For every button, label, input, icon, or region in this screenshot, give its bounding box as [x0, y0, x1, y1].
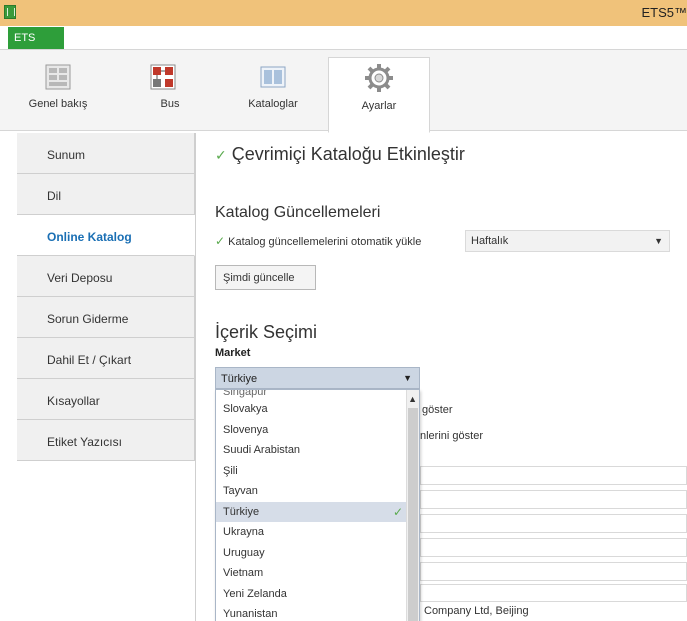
overview-icon: [45, 64, 71, 90]
dropdown-option-selected[interactable]: Türkiye ✓: [216, 501, 419, 522]
chevron-down-icon: ▼: [654, 236, 663, 246]
market-dropdown-list[interactable]: Singapur Slovakya Slovenya Suudi Arabist…: [215, 389, 420, 621]
checkmark-icon: ✓: [392, 504, 403, 519]
sidebar-divider: [195, 133, 196, 621]
sidebar-item-online-catalog[interactable]: Online Katalog: [17, 215, 195, 256]
sidebar-item-presentation[interactable]: Sunum: [17, 133, 195, 174]
app-icon: [4, 5, 16, 19]
tab-overview[interactable]: Genel bakış: [18, 58, 98, 132]
dropdown-option[interactable]: Yunanistan: [216, 604, 419, 621]
background-field: [420, 584, 687, 602]
enable-online-catalog-checkbox[interactable]: ✓ Çevrimiçi Kataloğu Etkinleştir: [215, 144, 465, 165]
dropdown-option[interactable]: Suudi Arabistan: [216, 440, 419, 461]
tab-settings[interactable]: Ayarlar: [328, 57, 430, 133]
background-field: [420, 490, 687, 509]
dropdown-option[interactable]: Slovenya: [216, 420, 419, 441]
show-option-partial-label-2: nlerini göster: [420, 430, 483, 442]
tab-settings-label: Ayarlar: [361, 100, 397, 112]
auto-update-checkbox[interactable]: ✓ Katalog güncellemelerini otomatik yükl…: [215, 234, 421, 248]
tab-bus-label: Bus: [160, 98, 180, 110]
checkmark-icon: ✓: [215, 234, 226, 248]
window-title: ETS5™: [641, 5, 687, 20]
ets-app-tab[interactable]: ETS: [8, 27, 64, 49]
sidebar-item-label-printer[interactable]: Etiket Yazıcısı: [17, 420, 195, 461]
dropdown-option[interactable]: Ukrayna: [216, 522, 419, 543]
sidebar-item-data-storage[interactable]: Veri Deposu: [17, 256, 195, 297]
dropdown-option-label: Türkiye: [223, 505, 260, 518]
manufacturer-partial-text: Company Ltd, Beijing: [424, 605, 529, 617]
background-field: [420, 562, 687, 581]
content-selection-heading: İçerik Seçimi: [215, 322, 318, 342]
ribbon: Genel bakış Bus Kataloglar Ayarlar: [0, 49, 687, 133]
update-frequency-select[interactable]: Haftalık ▼: [465, 230, 670, 252]
sidebar-item-shortcuts[interactable]: Kısayollar: [17, 379, 195, 420]
sidebar-item-troubleshooting[interactable]: Sorun Giderme: [17, 297, 195, 338]
ets-settings-window: ETS5™ ETS Genel bakış Bus Kataloglar Aya…: [0, 0, 687, 621]
bus-icon: [150, 64, 176, 90]
tab-catalogs[interactable]: Kataloglar: [233, 58, 313, 132]
dropdown-option[interactable]: Uruguay: [216, 543, 419, 564]
enable-online-catalog-label: Çevrimiçi Kataloğu Etkinleştir: [231, 144, 465, 164]
market-select-value: Türkiye: [221, 373, 258, 385]
background-field: [420, 538, 687, 557]
dropdown-option[interactable]: Singapur: [216, 390, 419, 399]
auto-update-label: Katalog güncellemelerini otomatik yükle: [228, 236, 422, 248]
dropdown-scrollbar[interactable]: ▲: [406, 390, 419, 621]
dropdown-option[interactable]: Şili: [216, 461, 419, 482]
title-bar: ETS5™: [0, 0, 687, 26]
settings-sidebar: Sunum Dil Online Katalog Veri Deposu Sor…: [17, 133, 195, 461]
scrollbar-thumb[interactable]: [408, 408, 418, 621]
dropdown-option[interactable]: Slovakya: [216, 399, 419, 420]
catalogs-icon: [260, 66, 286, 88]
dropdown-option[interactable]: Tayvan: [216, 481, 419, 502]
background-field: [420, 466, 687, 485]
scroll-up-arrow-icon[interactable]: ▲: [408, 394, 417, 404]
chevron-down-icon: ▼: [403, 373, 412, 383]
gear-icon: [365, 64, 393, 92]
market-select[interactable]: Türkiye ▼: [215, 367, 420, 389]
sidebar-item-import-export[interactable]: Dahil Et / Çıkart: [17, 338, 195, 379]
tab-overview-label: Genel bakış: [28, 98, 88, 110]
dropdown-option[interactable]: Vietnam: [216, 563, 419, 584]
update-frequency-value: Haftalık: [471, 235, 509, 247]
background-field: [420, 514, 687, 533]
market-label: Market: [215, 347, 251, 359]
tab-bus[interactable]: Bus: [138, 58, 188, 132]
update-now-button[interactable]: Şimdi güncelle: [215, 265, 316, 290]
sidebar-item-language[interactable]: Dil: [17, 174, 195, 215]
checkmark-icon: ✓: [215, 147, 227, 163]
dropdown-option[interactable]: Yeni Zelanda: [216, 584, 419, 605]
catalog-updates-heading: Katalog Güncellemeleri: [215, 204, 381, 221]
tab-catalogs-label: Kataloglar: [248, 98, 298, 110]
show-option-partial-label: göster: [422, 404, 453, 416]
